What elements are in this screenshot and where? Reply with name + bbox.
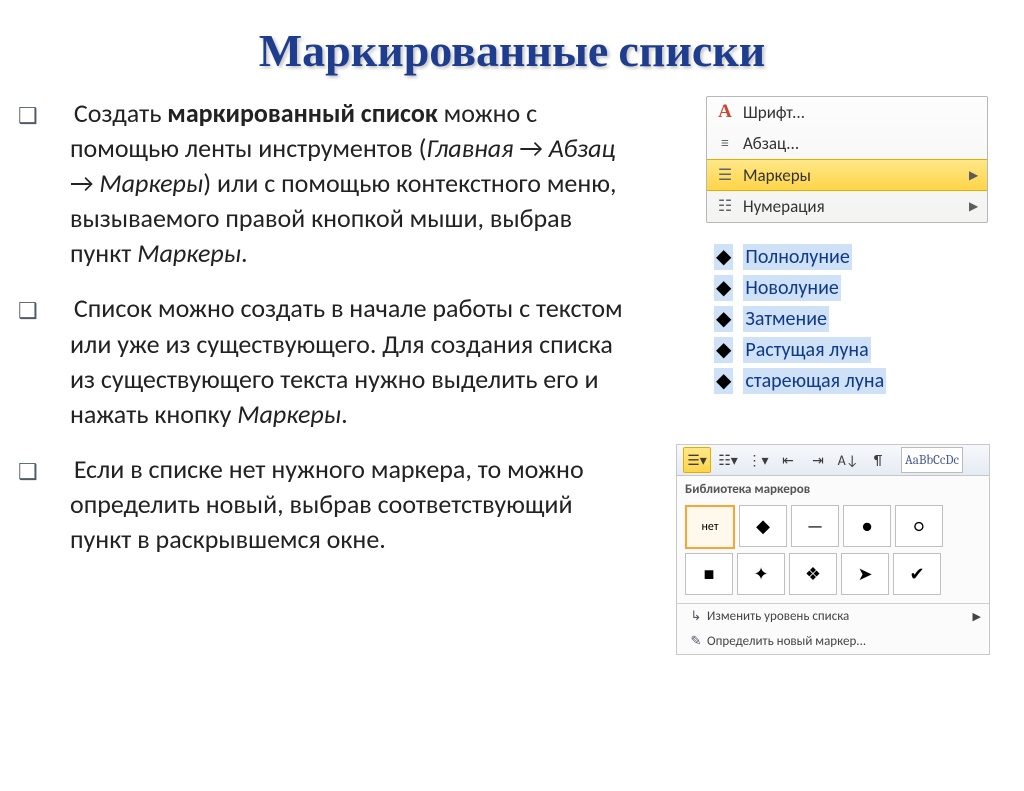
- list-item: ◆Затмение: [714, 306, 886, 331]
- bullet-swatch-none[interactable]: нет: [685, 505, 735, 549]
- text-column: ❑ Создать маркированный список можно с п…: [44, 96, 634, 577]
- menu-item-paragraph[interactable]: ≡ Абзац...: [707, 128, 987, 159]
- bullet-swatch[interactable]: ➤: [841, 553, 889, 595]
- menu-label: Абзац...: [743, 133, 987, 154]
- bullet-swatch[interactable]: ❖: [789, 553, 837, 595]
- para2-i1: Маркеры: [237, 398, 341, 430]
- para1-i2: Абзац: [549, 132, 616, 164]
- indent-increase-button[interactable]: ⇥: [805, 448, 831, 472]
- diamond-bullet-icon: ◆: [714, 275, 733, 301]
- style-preview[interactable]: AaBbCcDc: [901, 447, 963, 473]
- menu-label: Маркеры: [743, 165, 969, 186]
- sort-button[interactable]: A↓: [835, 448, 861, 472]
- paragraph-3: ❑ Если в списке нет нужного маркера, то …: [44, 452, 634, 557]
- bullet-swatch[interactable]: ○: [895, 505, 943, 547]
- ribbon-toolbar: ☰▾ ☷▾ ⋮▾ ⇤ ⇥ A↓ ¶ AaBbCcDc: [677, 445, 989, 476]
- para3-text: Если в списке нет нужного маркера, то мо…: [70, 453, 584, 555]
- paragraph-1: ❑ Создать маркированный список можно с п…: [44, 96, 634, 271]
- bullet-swatch[interactable]: ✔: [893, 553, 941, 595]
- bullet-swatch[interactable]: —: [791, 505, 839, 547]
- diamond-bullet-icon: ◆: [714, 306, 733, 332]
- level-icon: ↳: [685, 609, 707, 624]
- menu-item-bullets[interactable]: ☰ Маркеры ▶: [707, 159, 987, 191]
- numbering-dropdown-button[interactable]: ☷▾: [715, 448, 741, 472]
- para1-i4: Маркеры: [137, 237, 241, 269]
- chevron-right-icon: ▶: [969, 168, 987, 183]
- diamond-bullet-icon: ◆: [714, 368, 733, 394]
- chevron-right-icon: ▶: [973, 610, 981, 623]
- numbering-icon: ☷: [707, 196, 743, 216]
- list-item: ◆стареющая луна: [714, 368, 886, 393]
- bullet-swatch[interactable]: ●: [843, 505, 891, 547]
- context-menu: A Шрифт... ≡ Абзац... ☰ Маркеры ▶ ☷ Нуме…: [706, 96, 988, 223]
- menu-label: Нумерация: [743, 196, 969, 217]
- bullet-swatch[interactable]: ◆: [739, 505, 787, 547]
- bullet-library-panel: ☰▾ ☷▾ ⋮▾ ⇤ ⇥ A↓ ¶ AaBbCcDc Библиотека ма…: [676, 444, 990, 655]
- square-bullet-icon: ❑: [44, 101, 68, 131]
- change-level-item[interactable]: ↳ Изменить уровень списка ▶: [677, 604, 989, 629]
- bullets-dropdown-button[interactable]: ☰▾: [683, 447, 711, 473]
- chevron-right-icon: ▶: [969, 199, 987, 214]
- menu-item-font[interactable]: A Шрифт...: [707, 97, 987, 128]
- paragraph-2: ❑ Список можно создать в начале работы с…: [44, 291, 634, 431]
- list-item: ◆Новолуние: [714, 275, 886, 300]
- indent-decrease-button[interactable]: ⇤: [775, 448, 801, 472]
- bullet-swatch-grid: нет ◆ — ● ○ ■ ✦ ❖ ➤ ✔: [677, 501, 989, 603]
- para1-ar2: →: [70, 167, 99, 199]
- diamond-bullet-icon: ◆: [714, 244, 733, 270]
- diamond-bullet-icon: ◆: [714, 337, 733, 363]
- example-bulleted-list: ◆Полнолуние ◆Новолуние ◆Затмение ◆Растущ…: [714, 244, 886, 399]
- panel-footer: ↳ Изменить уровень списка ▶ ✎ Определить…: [677, 603, 989, 654]
- list-item: ◆Растущая луна: [714, 337, 886, 362]
- bullet-swatch[interactable]: ✦: [737, 553, 785, 595]
- bullet-swatch[interactable]: ■: [685, 553, 733, 595]
- para1-bold: маркированный список: [167, 97, 437, 129]
- new-bullet-icon: ✎: [685, 634, 707, 649]
- content-row: ❑ Создать маркированный список можно с п…: [0, 96, 1024, 577]
- square-bullet-icon: ❑: [44, 296, 68, 326]
- bullets-icon: ☰: [707, 165, 743, 185]
- footer-label: Определить новый маркер...: [707, 634, 866, 649]
- list-item: ◆Полнолуние: [714, 244, 886, 269]
- font-icon: A: [707, 101, 743, 123]
- para1-i3: Маркеры: [99, 167, 203, 199]
- para1-end: .: [241, 237, 248, 269]
- footer-label: Изменить уровень списка: [707, 609, 849, 624]
- pilcrow-button[interactable]: ¶: [865, 448, 891, 472]
- para2-end: .: [341, 398, 348, 430]
- para1-pre: Создать: [74, 97, 167, 129]
- page-title: Маркированные списки: [0, 24, 1024, 78]
- menu-label: Шрифт...: [743, 102, 987, 123]
- library-label: Библиотека маркеров: [677, 476, 989, 501]
- para1-ar1: →: [513, 132, 548, 164]
- multilevel-dropdown-button[interactable]: ⋮▾: [745, 448, 771, 472]
- paragraph-icon: ≡: [707, 134, 743, 153]
- side-column: A Шрифт... ≡ Абзац... ☰ Маркеры ▶ ☷ Нуме…: [634, 96, 992, 577]
- menu-item-numbering[interactable]: ☷ Нумерация ▶: [707, 191, 987, 222]
- square-bullet-icon: ❑: [44, 457, 68, 487]
- para1-i1: Главная: [426, 132, 513, 164]
- define-new-item[interactable]: ✎ Определить новый маркер...: [677, 629, 989, 654]
